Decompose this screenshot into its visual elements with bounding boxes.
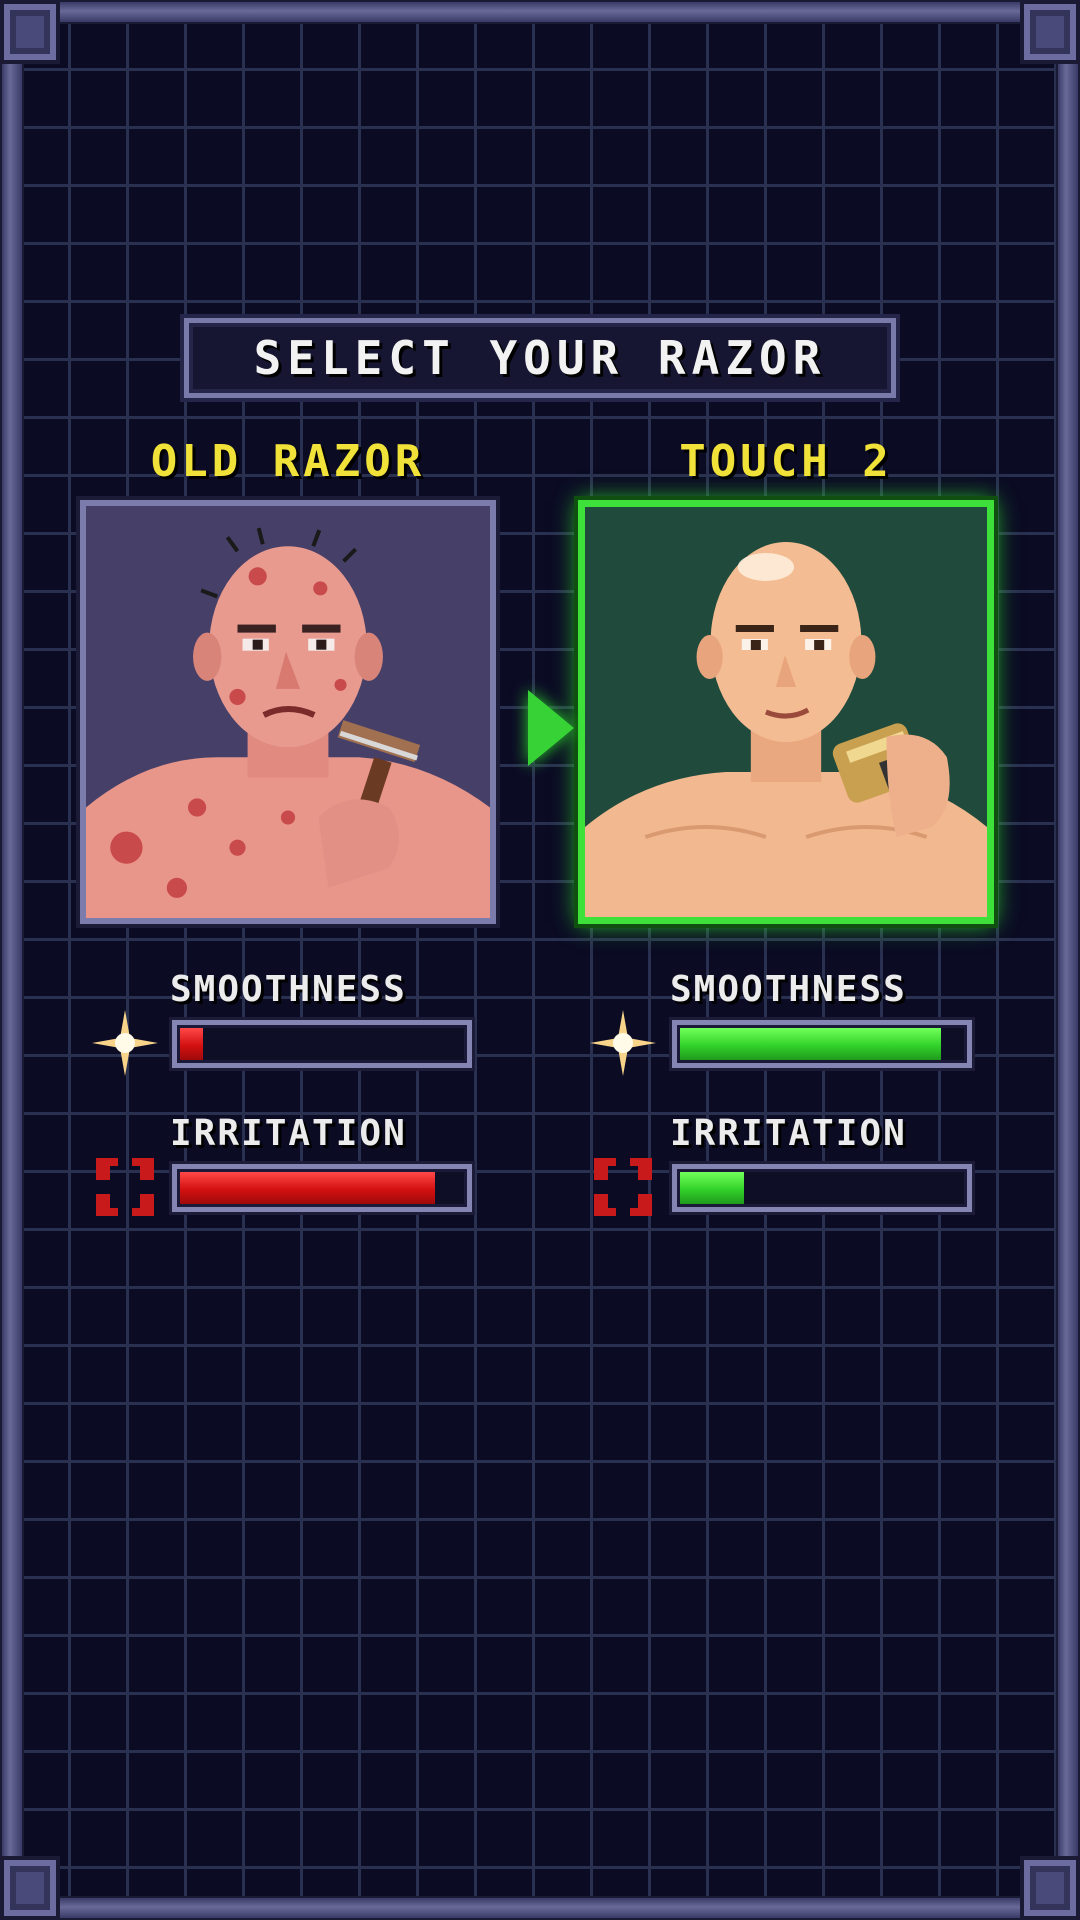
corner-bottom-right [1020, 1856, 1080, 1920]
smoothness-label-touch-2: SMOOTHNESS [670, 969, 907, 1010]
anger-icon [594, 1158, 652, 1216]
option-title-touch-2: TOUCH 2 [679, 436, 893, 487]
sparkle-icon [590, 1010, 656, 1076]
option-title-old-razor: OLD RAZOR [150, 436, 426, 487]
irritation-bar-fill-touch-2 [680, 1172, 744, 1204]
anger-icon [96, 1158, 154, 1216]
touch-2-character-portrait [585, 507, 987, 917]
smoothness-bar-fill-touch-2 [680, 1028, 941, 1060]
frame-left [0, 0, 24, 1920]
irritation-bar-fill-old [180, 1172, 435, 1204]
corner-top-left [0, 0, 60, 64]
frame-right [1056, 0, 1080, 1920]
option-card-touch-2[interactable] [578, 500, 994, 924]
irritation-bar-touch-2 [672, 1164, 972, 1212]
smoothness-bar-old [172, 1020, 472, 1068]
frame-top [0, 0, 1080, 24]
smoothness-label-old: SMOOTHNESS [170, 969, 407, 1010]
grid-background [0, 0, 1080, 1920]
title-banner: SELECT YOUR RAZOR [184, 318, 896, 398]
irritation-bar-old [172, 1164, 472, 1212]
smoothness-bar-touch-2 [672, 1020, 972, 1068]
smoothness-bar-fill-old [180, 1028, 203, 1060]
irritation-label-touch-2: IRRITATION [670, 1113, 907, 1154]
corner-top-right [1020, 0, 1080, 64]
sparkle-icon [92, 1010, 158, 1076]
irritation-label-old: IRRITATION [170, 1113, 407, 1154]
option-card-old-razor[interactable] [80, 500, 496, 924]
page-title: SELECT YOUR RAZOR [253, 331, 827, 385]
old-razor-character-portrait [86, 506, 490, 918]
selection-arrow-icon[interactable] [528, 690, 574, 766]
frame-bottom [0, 1896, 1080, 1920]
corner-bottom-left [0, 1856, 60, 1920]
